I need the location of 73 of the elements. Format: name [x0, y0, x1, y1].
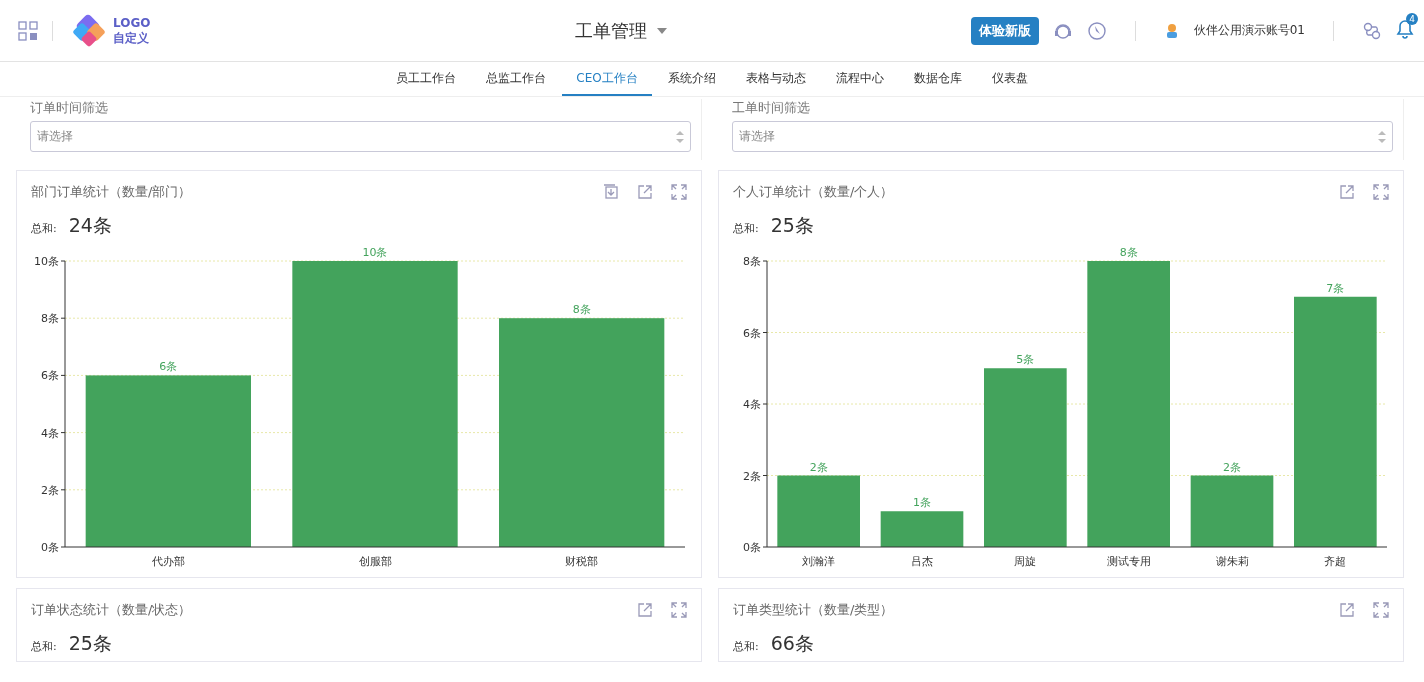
caret-down-icon[interactable] [656, 27, 667, 34]
filter-label: 订单时间筛选 [30, 99, 109, 117]
total-label: 总和: [31, 639, 57, 654]
fullscreen-icon[interactable] [1373, 602, 1389, 618]
bar-value-label: 7条 [1326, 281, 1345, 295]
nav-tab[interactable]: 仪表盘 [977, 62, 1042, 96]
nav-tab[interactable]: 数据仓库 [899, 62, 976, 96]
y-tick-label: 2条 [743, 469, 761, 483]
bar-value-label: 2条 [1223, 460, 1241, 474]
y-tick-label: 8条 [41, 312, 59, 326]
bar-value-label: 1条 [913, 496, 931, 510]
sort-arrows-icon [1378, 130, 1386, 143]
card-title: 订单状态统计（数量/状态） [31, 601, 193, 619]
x-axis-label: 吕杰 [911, 555, 933, 568]
x-axis-label: 谢朱莉 [1215, 555, 1249, 568]
select-field[interactable]: 请选择 [30, 121, 691, 152]
bar-value-label: 10条 [362, 247, 388, 259]
total-label: 总和: [733, 221, 759, 236]
y-tick-label: 8条 [743, 255, 761, 268]
logo-text: LOGO [113, 15, 151, 31]
card-title: 部门订单统计（数量/部门） [31, 183, 193, 201]
bar-value-label: 6条 [159, 360, 178, 374]
notification-badge: 4 [1406, 12, 1418, 25]
link-nodes-icon[interactable] [1362, 20, 1382, 41]
y-tick-label: 2条 [41, 483, 59, 497]
bar-value-label: 8条 [1119, 247, 1138, 259]
x-axis-label: 测试专用 [1106, 555, 1151, 568]
x-axis-label: 创服部 [358, 555, 392, 568]
total-label: 总和: [733, 639, 759, 654]
filter-label: 工单时间筛选 [732, 99, 811, 117]
nav-tab[interactable]: 流程中心 [821, 62, 898, 96]
app-title[interactable]: 工单管理 [574, 18, 647, 43]
total-value: 24条 [68, 213, 112, 238]
open-external-icon[interactable] [1339, 184, 1355, 200]
fullscreen-icon[interactable] [1373, 184, 1389, 200]
select-field[interactable]: 请选择 [732, 121, 1393, 152]
total-value: 66条 [770, 631, 814, 656]
total-value: 25条 [770, 213, 814, 238]
sort-arrows-icon [676, 130, 684, 143]
y-tick-label: 0条 [41, 541, 59, 554]
open-external-icon[interactable] [637, 184, 653, 200]
total-label: 总和: [31, 221, 57, 236]
x-axis-label: 周旋 [1014, 555, 1037, 568]
x-axis-label: 齐超 [1324, 555, 1347, 568]
nav-tab[interactable]: 总监工作台 [472, 62, 561, 96]
bar-value-label: 5条 [1016, 353, 1035, 367]
bar-value-label: 8条 [572, 303, 591, 317]
nav-tab[interactable]: 表格与动态 [731, 62, 820, 96]
download-icon[interactable] [603, 184, 619, 200]
open-external-icon[interactable] [637, 602, 653, 618]
fullscreen-icon[interactable] [671, 184, 687, 200]
x-axis-label: 财税部 [565, 555, 599, 568]
x-axis-label: 代办部 [151, 555, 185, 568]
fullscreen-icon[interactable] [671, 602, 687, 618]
total-value: 25条 [68, 631, 112, 656]
try-new-version-button[interactable]: 体验新版 [970, 16, 1039, 45]
account-name[interactable]: 伙伴公用演示账号01 [1193, 22, 1305, 39]
y-tick-label: 10条 [34, 255, 59, 268]
card-title: 订单类型统计（数量/类型） [733, 601, 895, 619]
nav-tab[interactable]: CEO工作台 [562, 62, 652, 96]
y-tick-label: 4条 [743, 398, 761, 411]
nav-tab[interactable]: 系统介绍 [653, 62, 730, 96]
y-tick-label: 6条 [41, 369, 59, 383]
bar-value-label: 2条 [809, 460, 828, 474]
y-tick-label: 0条 [743, 541, 761, 554]
y-tick-label: 4条 [41, 426, 59, 440]
card-title: 个人订单统计（数量/个人） [733, 183, 895, 201]
x-axis-label: 刘瀚洋 [802, 555, 836, 568]
y-tick-label: 6条 [743, 326, 761, 340]
open-external-icon[interactable] [1339, 602, 1355, 618]
apps-grid-icon[interactable] [18, 20, 38, 41]
nav-tab[interactable]: 员工工作台 [382, 62, 471, 96]
logo-subtext: 自定义 [113, 30, 150, 46]
